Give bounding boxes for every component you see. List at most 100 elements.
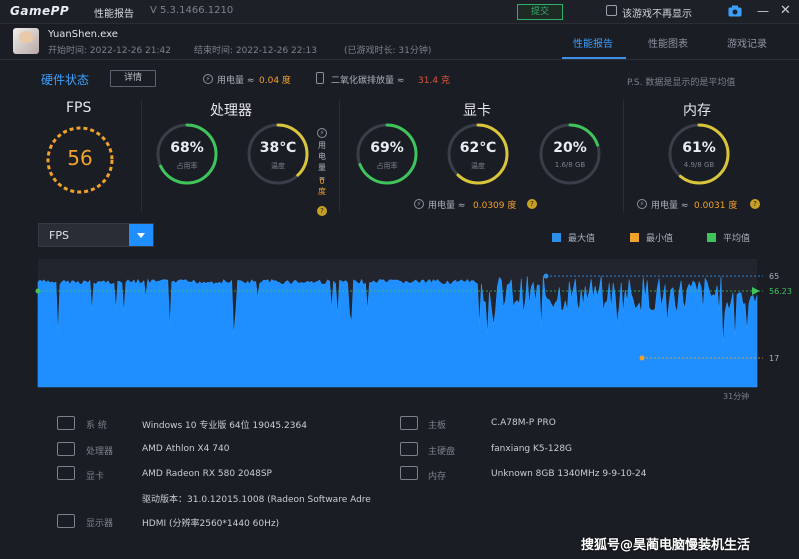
power-icon: ⚡ xyxy=(203,74,213,84)
game-avatar xyxy=(13,28,39,54)
no-display-checkbox[interactable] xyxy=(606,5,617,16)
fps-value: 56 xyxy=(67,146,93,170)
gpu-power-value: 0.0309 度 xyxy=(473,201,517,211)
min-marker xyxy=(639,355,645,361)
power-icon: ⚡ xyxy=(414,199,424,209)
help-icon[interactable]: ? xyxy=(527,199,537,209)
power-label: 用电量 ≈ xyxy=(217,76,255,86)
camera-icon[interactable] xyxy=(728,5,742,17)
tab-performance-chart[interactable]: 性能图表 xyxy=(648,35,688,50)
power-value: 0.04 度 xyxy=(259,76,291,86)
cpu-temperature-gauge: 38℃ 温度 xyxy=(246,122,310,186)
close-icon[interactable]: ✕ xyxy=(780,3,791,18)
co2-value: 31.4 克 xyxy=(418,76,450,86)
app-version: V 5.3.1466.1210 xyxy=(150,5,234,16)
tab-performance-report[interactable]: 性能报告 xyxy=(573,35,613,50)
gpu-temperature-gauge: 62℃ 温度 xyxy=(446,122,510,186)
cpu-icon xyxy=(57,442,75,456)
no-display-label[interactable]: 该游戏不再显示 xyxy=(622,5,692,20)
gpu-power-label: 用电量 ≈ xyxy=(428,201,466,211)
driver-version: 驱动版本：31.0.12015.1008 (Radeon Software Ad… xyxy=(142,495,371,505)
cpu-power-label: ⚡ 用电量≈ xyxy=(315,128,329,184)
motherboard-icon xyxy=(400,416,418,430)
gpu-icon xyxy=(57,466,75,480)
max-label: 65 xyxy=(769,272,779,281)
legend-min-swatch xyxy=(630,233,639,242)
gpu-utilization-value: 69% xyxy=(370,140,404,156)
gpu-temperature-value: 62℃ xyxy=(459,140,497,156)
cpu-title: 处理器 xyxy=(210,103,252,119)
windows-icon xyxy=(57,416,75,430)
fps-gauge: 56 xyxy=(44,124,116,196)
gpu-key: 显卡 xyxy=(86,472,105,482)
co2-icon xyxy=(316,72,324,84)
avg-marker xyxy=(35,288,41,294)
memory-value: 61% xyxy=(682,140,716,156)
legend-avg-swatch xyxy=(707,233,716,242)
ram-key: 内存 xyxy=(428,472,447,482)
section-divider xyxy=(141,100,142,212)
min-label: 17 xyxy=(769,354,779,363)
section-divider xyxy=(623,100,624,212)
gpu-utilization-gauge: 69% 占用率 xyxy=(355,122,419,186)
chevron-down-icon[interactable] xyxy=(129,224,153,246)
memory-power-value: 0.0031 度 xyxy=(694,201,738,211)
disk-key: 主硬盘 xyxy=(428,447,456,457)
average-note: P.S. 数据是显示的是平均值 xyxy=(627,78,736,88)
disk-value: fanxiang K5-128G xyxy=(491,444,573,454)
hardware-status-label: 硬件状态 xyxy=(41,73,90,87)
power-icon: ⚡ xyxy=(317,128,327,138)
gpu-temperature-label: 温度 xyxy=(471,162,485,170)
display-value: HDMI (分辨率2560*1440 60Hz) xyxy=(142,519,280,529)
monitor-icon xyxy=(57,514,75,528)
power-icon: ⚡ xyxy=(637,199,647,209)
gpu-value: AMD Radeon RX 580 2048SP xyxy=(142,469,272,479)
legend-avg-label: 平均值 xyxy=(723,234,751,244)
gpu-memory-label: 1.6/8 GB xyxy=(554,161,586,169)
disk-icon xyxy=(400,442,418,456)
legend-max-swatch xyxy=(552,233,561,242)
legend-min-label: 最小值 xyxy=(646,234,674,244)
cpu-utilization-value: 68% xyxy=(170,140,204,156)
app-title: 性能报告 xyxy=(94,9,134,20)
os-value: Windows 10 专业版 64位 19045.2364 xyxy=(142,421,307,431)
chart-end-time: 31分钟 xyxy=(723,392,750,401)
max-marker xyxy=(543,273,549,279)
metric-select-value: FPS xyxy=(49,229,69,242)
board-key: 主板 xyxy=(428,421,447,431)
details-button[interactable]: 详情 xyxy=(110,70,156,87)
cpu-power-value: 0 度 xyxy=(318,177,326,196)
submit-button[interactable]: 提交 xyxy=(517,4,563,20)
watermark: 搜狐号@昊蔺电脑慢装机生活 xyxy=(581,538,751,553)
cpu-value: AMD Athlon X4 740 xyxy=(142,444,230,454)
metric-select[interactable]: FPS xyxy=(38,223,154,247)
memory-label: 4.9/8 GB xyxy=(683,161,715,169)
memory-power-label: 用电量 ≈ xyxy=(651,201,689,211)
minimize-icon[interactable]: — xyxy=(757,4,769,18)
avg-label: 56.23 xyxy=(769,287,792,296)
tab-game-record[interactable]: 游戏记录 xyxy=(727,35,767,50)
display-key: 显示器 xyxy=(86,519,114,529)
help-icon[interactable]: ? xyxy=(750,199,760,209)
ram-value: Unknown 8GB 1340MHz 9-9-10-24 xyxy=(491,469,647,479)
legend-max-label: 最大值 xyxy=(568,234,596,244)
cpu-utilization-gauge: 68% 占用率 xyxy=(155,122,219,186)
app-logo: GamePP xyxy=(10,4,70,18)
fps-chart: 65 56.23 17 xyxy=(35,259,792,388)
cpu-temperature-label: 温度 xyxy=(271,162,285,170)
cpu-utilization-label: 占用率 xyxy=(176,162,198,170)
gpu-memory-value: 20% xyxy=(553,140,587,156)
co2-label: 二氧化碳排放量 ≈ xyxy=(331,76,405,86)
gpu-title: 显卡 xyxy=(463,103,491,119)
cpu-temperature-value: 38℃ xyxy=(259,140,297,156)
tab-divider xyxy=(0,59,799,60)
help-icon[interactable]: ? xyxy=(317,206,327,216)
os-key: 系 统 xyxy=(86,421,107,431)
start-time: 开始时间: 2022-12-26 21:42 xyxy=(48,46,171,56)
game-exe-name: YuanShen.exe xyxy=(48,29,118,40)
cpu-key: 处理器 xyxy=(86,447,114,457)
memory-gauge: 61% 4.9/8 GB xyxy=(667,122,731,186)
fps-title: FPS xyxy=(66,100,92,116)
play-duration: (已游戏时长: 31分钟) xyxy=(344,46,432,56)
memory-title: 内存 xyxy=(683,103,711,119)
